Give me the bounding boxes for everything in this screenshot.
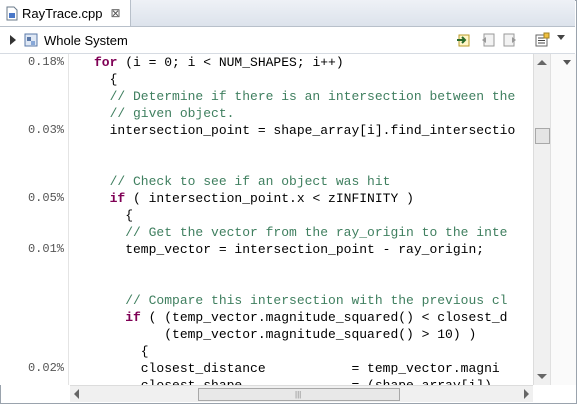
profile-toolbar: Whole System	[0, 27, 575, 54]
percentage-value: 0.03%	[27, 123, 64, 137]
horizontal-scroll-thumb[interactable]: |||	[198, 388, 400, 401]
percentage-gutter: 0.18% 0.03% 0.05% 0.01% 0.02%	[0, 54, 69, 385]
tab-bar: RayTrace.cpp ⊠	[0, 0, 575, 27]
scroll-right-icon[interactable]	[524, 389, 529, 399]
code-line: if ( (temp_vector.magnitude_squared() < …	[125, 310, 508, 325]
code-line: {	[94, 344, 149, 359]
import-icon[interactable]	[456, 32, 472, 48]
code-line: // given object.	[94, 106, 235, 121]
code-text-area[interactable]: for (i = 0; i < NUM_SHAPES; i++) { // De…	[70, 54, 533, 385]
code-line: intersection_point = shape_array[i].find…	[94, 123, 516, 138]
scroll-up-icon[interactable]	[537, 60, 547, 65]
tab-label: RayTrace.cpp	[22, 5, 103, 21]
scroll-left-icon[interactable]	[74, 389, 79, 399]
vertical-scroll-thumb[interactable]	[535, 128, 550, 144]
percentage-value: 0.05%	[27, 191, 64, 205]
source-editor: 0.18% 0.03% 0.05% 0.01% 0.02% for (i = 0; i …	[0, 54, 575, 385]
vertical-scrollbar[interactable]	[533, 54, 550, 385]
forward-icon[interactable]	[502, 32, 518, 48]
percentage-value: 0.02%	[27, 361, 64, 375]
overview-menu-icon[interactable]	[563, 60, 571, 65]
cpp-file-icon	[6, 6, 18, 21]
back-icon[interactable]	[480, 32, 496, 48]
code-line: if ( intersection_point.x < zINFINITY )	[109, 191, 414, 206]
code-line: closest_distance = temp_vector.magni	[94, 361, 500, 376]
scroll-down-icon[interactable]	[537, 374, 547, 379]
code-line: // Get the vector from the ray_origin to…	[94, 225, 508, 240]
settings-list-icon[interactable]	[534, 32, 550, 48]
percentage-value: 0.18%	[27, 55, 64, 69]
code-line: // Compare this intersection with the pr…	[94, 293, 508, 308]
code-line: {	[94, 72, 118, 87]
close-icon[interactable]: ⊠	[110, 6, 120, 20]
code-line: // Check to see if an object was hit	[94, 174, 391, 189]
grip-icon: |||	[295, 390, 302, 399]
expand-arrow-icon[interactable]	[10, 35, 16, 45]
code-line: // Determine if there is an intersection…	[94, 89, 516, 104]
system-icon	[24, 32, 38, 48]
percentage-value: 0.01%	[27, 242, 64, 256]
view-menu-icon[interactable]	[557, 35, 565, 40]
code-line: (temp_vector.magnitude_squared() > 10) )	[94, 327, 477, 342]
code-line: closest_shape = (shape_array[i])	[94, 377, 492, 385]
code-line: for (i = 0; i < NUM_SHAPES; i++)	[94, 55, 344, 70]
tab-raytrace-cpp[interactable]: RayTrace.cpp ⊠	[0, 0, 131, 26]
code-line: {	[94, 208, 134, 223]
horizontal-scrollbar[interactable]: |||	[70, 385, 533, 402]
code-line: temp_vector = intersection_point - ray_o…	[94, 242, 485, 257]
overview-ruler	[550, 54, 576, 385]
scope-label: Whole System	[44, 32, 128, 48]
